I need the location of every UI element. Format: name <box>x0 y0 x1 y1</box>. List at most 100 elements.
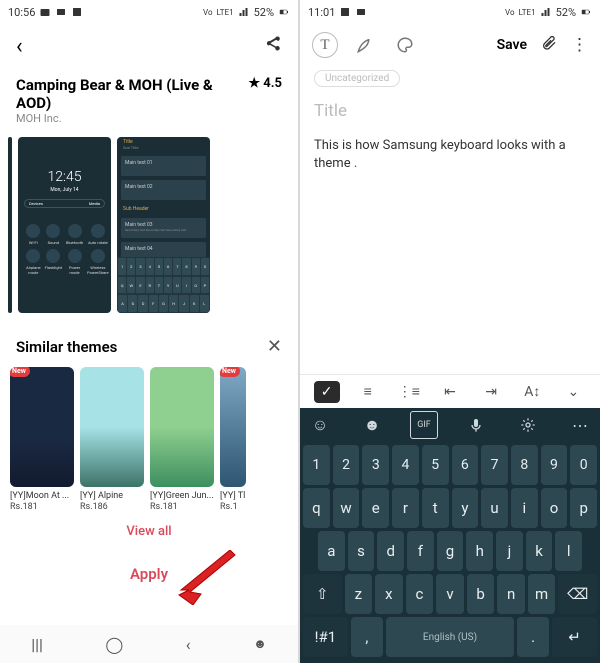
close-icon[interactable]: ✕ <box>267 336 282 357</box>
bullet-list-icon[interactable]: ≡ <box>355 381 381 403</box>
preview-settings-list[interactable]: TitleSub Title Main text 01 Main text 02… <box>117 137 210 313</box>
nav-recents-icon[interactable]: ||| <box>31 635 43 654</box>
view-all-button[interactable]: View all <box>10 512 288 551</box>
collapse-icon[interactable]: ⌄ <box>560 381 586 403</box>
key-d[interactable]: d <box>377 531 404 571</box>
key-3[interactable]: 3 <box>362 445 389 485</box>
outdent-icon[interactable]: ⇤ <box>437 381 463 403</box>
battery-pct: 52% <box>254 6 274 19</box>
theme-header: ‹ <box>0 24 298 68</box>
theme-rating: ★ 4.5 <box>248 76 282 91</box>
settings-icon[interactable] <box>514 411 542 439</box>
key-1[interactable]: 1 <box>303 445 330 485</box>
nav-home-icon[interactable]: ◯ <box>105 635 123 654</box>
key-9[interactable]: 9 <box>541 445 568 485</box>
indent-icon[interactable]: ⇥ <box>478 381 504 403</box>
msg-icon <box>355 6 367 18</box>
preview-lockscreen[interactable]: 12:45 Mon, July 14 DevicesMedia Wi-FiSou… <box>18 137 111 313</box>
key-n[interactable]: n <box>497 574 525 614</box>
nav-back-icon[interactable]: ‹ <box>186 635 191 654</box>
key-o[interactable]: o <box>541 488 568 528</box>
emoji-icon[interactable]: ☺ <box>306 411 334 439</box>
key-h[interactable]: h <box>466 531 493 571</box>
similar-themes-list[interactable]: New[YY]Moon At ...Rs.181[YY] AlpineRs.18… <box>10 367 288 512</box>
period-key[interactable]: . <box>517 617 549 657</box>
key-g[interactable]: g <box>437 531 464 571</box>
key-8[interactable]: 8 <box>511 445 538 485</box>
key-6[interactable]: 6 <box>452 445 479 485</box>
key-q[interactable]: q <box>303 488 330 528</box>
key-i[interactable]: i <box>511 488 538 528</box>
pen-tool-icon[interactable] <box>352 32 378 58</box>
sticker-icon[interactable]: ☻ <box>358 411 386 439</box>
key-e[interactable]: e <box>362 488 389 528</box>
theme-thumb[interactable]: New[YY] TlRs.1 <box>220 367 246 512</box>
img-icon <box>71 6 83 18</box>
key-f[interactable]: f <box>407 531 434 571</box>
note-title-input[interactable]: Title <box>300 91 600 131</box>
img-icon <box>339 6 351 18</box>
key-j[interactable]: j <box>496 531 523 571</box>
save-button[interactable]: Save <box>497 37 527 53</box>
status-bar: 10:56 Vo LTE1 52% <box>0 0 298 24</box>
msg-icon <box>55 6 67 18</box>
key-r[interactable]: r <box>392 488 419 528</box>
key-c[interactable]: c <box>406 574 434 614</box>
signal-icon <box>238 6 250 18</box>
more-icon[interactable]: ⋮ <box>571 35 588 55</box>
preview-partial-left[interactable] <box>8 137 12 313</box>
space-key[interactable]: English (US) <box>386 617 514 657</box>
key-0[interactable]: 0 <box>570 445 597 485</box>
key-k[interactable]: k <box>526 531 553 571</box>
enter-key[interactable]: ↵ <box>552 617 597 657</box>
similar-themes-sheet: Similar themes ✕ New[YY]Moon At ...Rs.18… <box>0 322 298 607</box>
key-7[interactable]: 7 <box>481 445 508 485</box>
key-x[interactable]: x <box>375 574 403 614</box>
text-style-icon[interactable]: A↕ <box>519 381 545 403</box>
gif-icon[interactable]: GIF <box>410 411 438 439</box>
number-list-icon[interactable]: ⋮≡ <box>396 381 422 403</box>
keyboard[interactable]: 1234567890 qwertyuiop asdfghjkl ⇧zxcvbnm⌫ !#… <box>300 442 600 663</box>
keyboard-section: ✓ ≡ ⋮≡ ⇤ ⇥ A↕ ⌄ ☺ ☻ GIF ⋯ 1234567890 qwer… <box>300 374 600 663</box>
checkbox-format-icon[interactable]: ✓ <box>314 381 340 403</box>
category-chip[interactable]: Uncategorized <box>314 70 400 87</box>
theme-thumb[interactable]: [YY] AlpineRs.186 <box>80 367 144 512</box>
back-icon[interactable]: ‹ <box>16 34 23 59</box>
voice-icon[interactable] <box>462 411 490 439</box>
theme-thumb[interactable]: [YY]Green Jun...Rs.181 <box>150 367 214 512</box>
symbols-key[interactable]: !#1 <box>303 617 348 657</box>
key-z[interactable]: z <box>345 574 373 614</box>
apply-button[interactable]: Apply <box>10 551 288 597</box>
key-a[interactable]: a <box>318 531 345 571</box>
theme-vendor: MOH Inc. <box>16 112 282 125</box>
key-u[interactable]: u <box>481 488 508 528</box>
key-w[interactable]: w <box>333 488 360 528</box>
status-bar: 11:01 Vo LTE1 52% <box>300 0 600 24</box>
key-5[interactable]: 5 <box>422 445 449 485</box>
theme-preview-carousel[interactable]: 12:45 Mon, July 14 DevicesMedia Wi-FiSou… <box>0 129 298 319</box>
note-body[interactable]: This is how Samsung keyboard looks with … <box>300 131 600 179</box>
key-b[interactable]: b <box>467 574 495 614</box>
key-s[interactable]: s <box>348 531 375 571</box>
key-y[interactable]: y <box>452 488 479 528</box>
key-2[interactable]: 2 <box>333 445 360 485</box>
key-t[interactable]: t <box>422 488 449 528</box>
theme-thumb[interactable]: New[YY]Moon At ...Rs.181 <box>10 367 74 512</box>
key-l[interactable]: l <box>555 531 582 571</box>
palette-tool-icon[interactable] <box>392 32 418 58</box>
attach-icon[interactable] <box>541 34 557 57</box>
key-4[interactable]: 4 <box>392 445 419 485</box>
comma-key[interactable]: , <box>351 617 383 657</box>
share-icon[interactable] <box>264 34 282 58</box>
text-tool-icon[interactable]: T <box>312 32 338 58</box>
battery-icon <box>580 6 592 18</box>
battery-icon <box>278 6 290 18</box>
nav-accessibility-icon[interactable]: ☻ <box>253 636 267 652</box>
expand-icon[interactable]: ⋯ <box>566 411 594 439</box>
backspace-key[interactable]: ⌫ <box>558 574 597 614</box>
key-v[interactable]: v <box>436 574 464 614</box>
shift-key[interactable]: ⇧ <box>303 574 342 614</box>
keyboard-toolbar: ☺ ☻ GIF ⋯ <box>300 408 600 442</box>
key-p[interactable]: p <box>570 488 597 528</box>
key-m[interactable]: m <box>528 574 556 614</box>
